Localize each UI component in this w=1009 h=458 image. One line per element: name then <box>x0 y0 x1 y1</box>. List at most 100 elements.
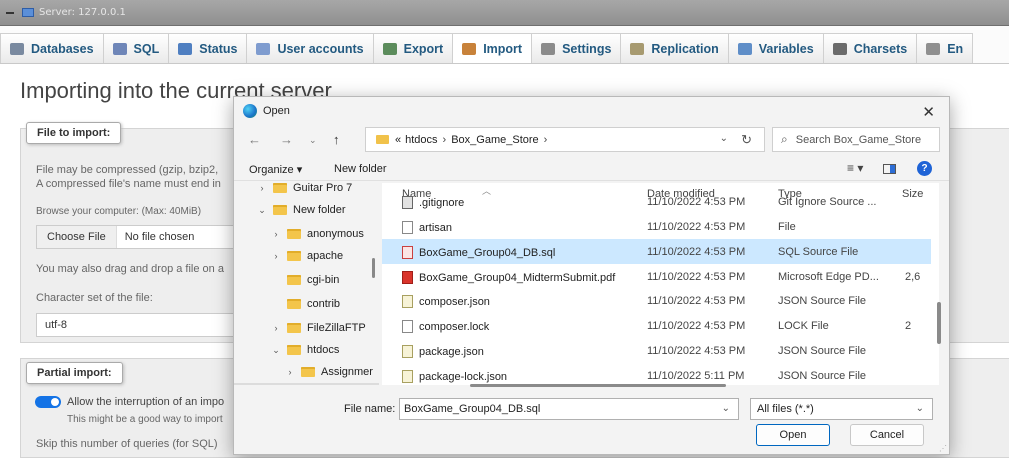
tab-label: En <box>947 41 964 56</box>
file-type-dropdown-icon[interactable]: ⌄ <box>916 403 924 414</box>
refresh-icon[interactable]: ↻ <box>741 132 752 148</box>
tab-en[interactable]: En <box>916 33 974 63</box>
tree-item-assignmer[interactable]: › Assignmer <box>234 361 379 383</box>
sql-file-icon <box>402 246 413 259</box>
no-file-text: No file chosen <box>124 231 195 243</box>
browse-label: Browse your computer: (Max: 40MiB) <box>36 206 202 217</box>
tree-item-anonymous[interactable]: › anonymous <box>234 223 379 245</box>
breadcrumb-htdocs[interactable]: htdocs <box>405 134 437 146</box>
open-button[interactable]: Open <box>756 424 830 446</box>
folder-icon <box>287 229 301 239</box>
tree-item-htdocs[interactable]: ⌄ htdocs <box>234 339 379 361</box>
drag-drop-note: You may also drag and drop a file on a <box>36 263 224 275</box>
file-size-cell: 2 <box>905 320 912 332</box>
file-row[interactable]: BoxGame_Group04_MidtermSubmit.pdf 11/10/2… <box>382 264 931 289</box>
tab-user-accounts[interactable]: User accounts <box>246 33 374 63</box>
preview-pane-icon[interactable] <box>883 164 896 174</box>
file-list-vertical-scrollbar[interactable] <box>937 302 941 344</box>
tab-replication[interactable]: Replication <box>620 33 729 63</box>
file-row[interactable]: composer.lock 11/10/2022 4:53 PM LOCK File… <box>382 313 931 338</box>
file-date-cell: 11/10/2022 4:53 PM <box>647 246 746 258</box>
resize-grip-icon[interactable]: ⋰ <box>939 444 947 453</box>
tree-item-box-game[interactable]: ⌄Box_Game <box>234 383 379 385</box>
chevron-down-icon[interactable]: ⌄ <box>270 345 282 356</box>
chevron-right-icon[interactable]: › <box>284 367 296 377</box>
file-type-cell: Microsoft Edge PD... <box>778 271 879 283</box>
charset-select[interactable]: utf-8 <box>36 313 236 337</box>
file-list-horizontal-scrollbar[interactable] <box>470 384 726 387</box>
server-label[interactable]: Server: 127.0.0.1 <box>39 7 126 18</box>
tree-item-cgi-bin[interactable]: cgi-bin <box>234 269 379 291</box>
file-name-text: BoxGame_Group04_MidtermSubmit.pdf <box>419 271 616 284</box>
tab-databases[interactable]: Databases <box>0 33 104 63</box>
tree-item-contrib[interactable]: contrib <box>234 293 379 315</box>
json-file-icon <box>402 345 413 358</box>
command-bar: Organize ▾ New folder ≡ ▾ ? <box>234 157 949 181</box>
view-options-icon[interactable]: ≡ ▾ <box>847 161 863 175</box>
file-row[interactable]: artisan 11/10/2022 4:53 PM File <box>382 214 931 239</box>
recent-locations-chevron-icon[interactable]: ⌄ <box>309 135 317 146</box>
address-dropdown-icon[interactable]: ⌄ <box>720 133 728 144</box>
file-row[interactable]: BoxGame_Group04_DB.sql 11/10/2022 4:53 PM… <box>382 239 931 264</box>
file-name-input[interactable]: BoxGame_Group04_DB.sql ⌄ <box>399 398 739 420</box>
tab-label: User accounts <box>277 41 364 56</box>
file-date-cell: 11/10/2022 4:53 PM <box>647 295 746 307</box>
close-icon[interactable]: ✕ <box>922 103 935 121</box>
forward-arrow-icon[interactable]: → <box>280 132 293 147</box>
search-input[interactable]: ⌕ Search Box_Game_Store <box>772 127 940 152</box>
tab-charsets[interactable]: Charsets <box>822 33 918 63</box>
tree-scrollbar[interactable] <box>372 258 375 278</box>
file-row[interactable]: .gitignore 11/10/2022 4:53 PM Git Ignore S… <box>382 194 931 212</box>
tree-item-filezillaftp[interactable]: › FileZillaFTP <box>234 317 379 339</box>
collapse-icon[interactable] <box>6 11 14 14</box>
variables-icon <box>737 42 752 55</box>
tab-status[interactable]: Status <box>168 33 248 63</box>
users-icon <box>256 42 271 55</box>
file-input[interactable]: Choose File No file chosen <box>36 225 236 249</box>
file-type-select[interactable]: All files (*.*) ⌄ <box>750 398 933 420</box>
tab-export[interactable]: Export <box>372 33 454 63</box>
choose-file-button[interactable]: Choose File <box>37 226 117 248</box>
tab-settings[interactable]: Settings <box>531 33 622 63</box>
chevron-right-icon[interactable]: › <box>270 251 282 261</box>
server-breadcrumb-bar: Server: 127.0.0.1 <box>0 0 1009 26</box>
folder-icon <box>287 251 301 261</box>
wrench-icon <box>541 42 556 55</box>
address-bar[interactable]: « htdocs › Box_Game_Store › ⌄ ↻ <box>365 127 765 152</box>
new-folder-button[interactable]: New folder <box>334 163 387 175</box>
pdf-file-icon <box>402 271 413 284</box>
cancel-button[interactable]: Cancel <box>850 424 924 446</box>
chevron-right-icon[interactable]: › <box>270 323 282 333</box>
navigation-bar: ← → ⌄ ↑ « htdocs › Box_Game_Store › ⌄ ↻ … <box>234 125 949 155</box>
file-name-cell: package-lock.json <box>402 370 507 383</box>
organize-button[interactable]: Organize ▾ <box>249 163 302 176</box>
help-icon[interactable]: ? <box>917 161 932 176</box>
file-name-cell: BoxGame_Group04_MidtermSubmit.pdf <box>402 271 615 284</box>
replication-icon <box>630 42 645 55</box>
tree-item-new-folder[interactable]: ⌄ New folder <box>234 199 379 221</box>
tree-item-apache[interactable]: › apache <box>234 245 379 267</box>
tree-item-label: anonymous <box>307 228 364 240</box>
allow-interrupt-toggle[interactable] <box>35 396 61 408</box>
file-row[interactable]: package-lock.json 11/10/2022 5:11 PM JSON … <box>382 363 931 385</box>
chevron-right-icon[interactable]: › <box>256 183 268 193</box>
file-name-text: composer.lock <box>419 320 490 333</box>
main-tab-bar: Databases SQL Status User accounts Export Imp… <box>0 26 1009 64</box>
file-name-dropdown-icon[interactable]: ⌄ <box>722 403 730 414</box>
file-row[interactable]: package.json 11/10/2022 4:53 PM JSON Sourc… <box>382 338 931 363</box>
tab-variables[interactable]: Variables <box>727 33 824 63</box>
breadcrumb-box-game-store[interactable]: Box_Game_Store <box>451 134 538 146</box>
tree-item-guitar-pro-7[interactable]: › Guitar Pro 7 <box>234 183 379 199</box>
file-name-text: artisan <box>419 221 453 234</box>
server-icon <box>22 8 34 17</box>
chevron-right-icon[interactable]: › <box>270 229 282 239</box>
up-arrow-icon[interactable]: ↑ <box>333 132 340 147</box>
git-file-icon <box>402 196 413 209</box>
tab-sql[interactable]: SQL <box>102 33 170 63</box>
folder-icon <box>376 135 389 144</box>
chevron-down-icon[interactable]: ⌄ <box>256 205 268 216</box>
file-row[interactable]: composer.json 11/10/2022 4:53 PM JSON Sour… <box>382 288 931 313</box>
tab-import[interactable]: Import <box>452 33 533 63</box>
breadcrumb-overflow[interactable]: « <box>395 134 401 146</box>
back-arrow-icon[interactable]: ← <box>248 132 261 147</box>
